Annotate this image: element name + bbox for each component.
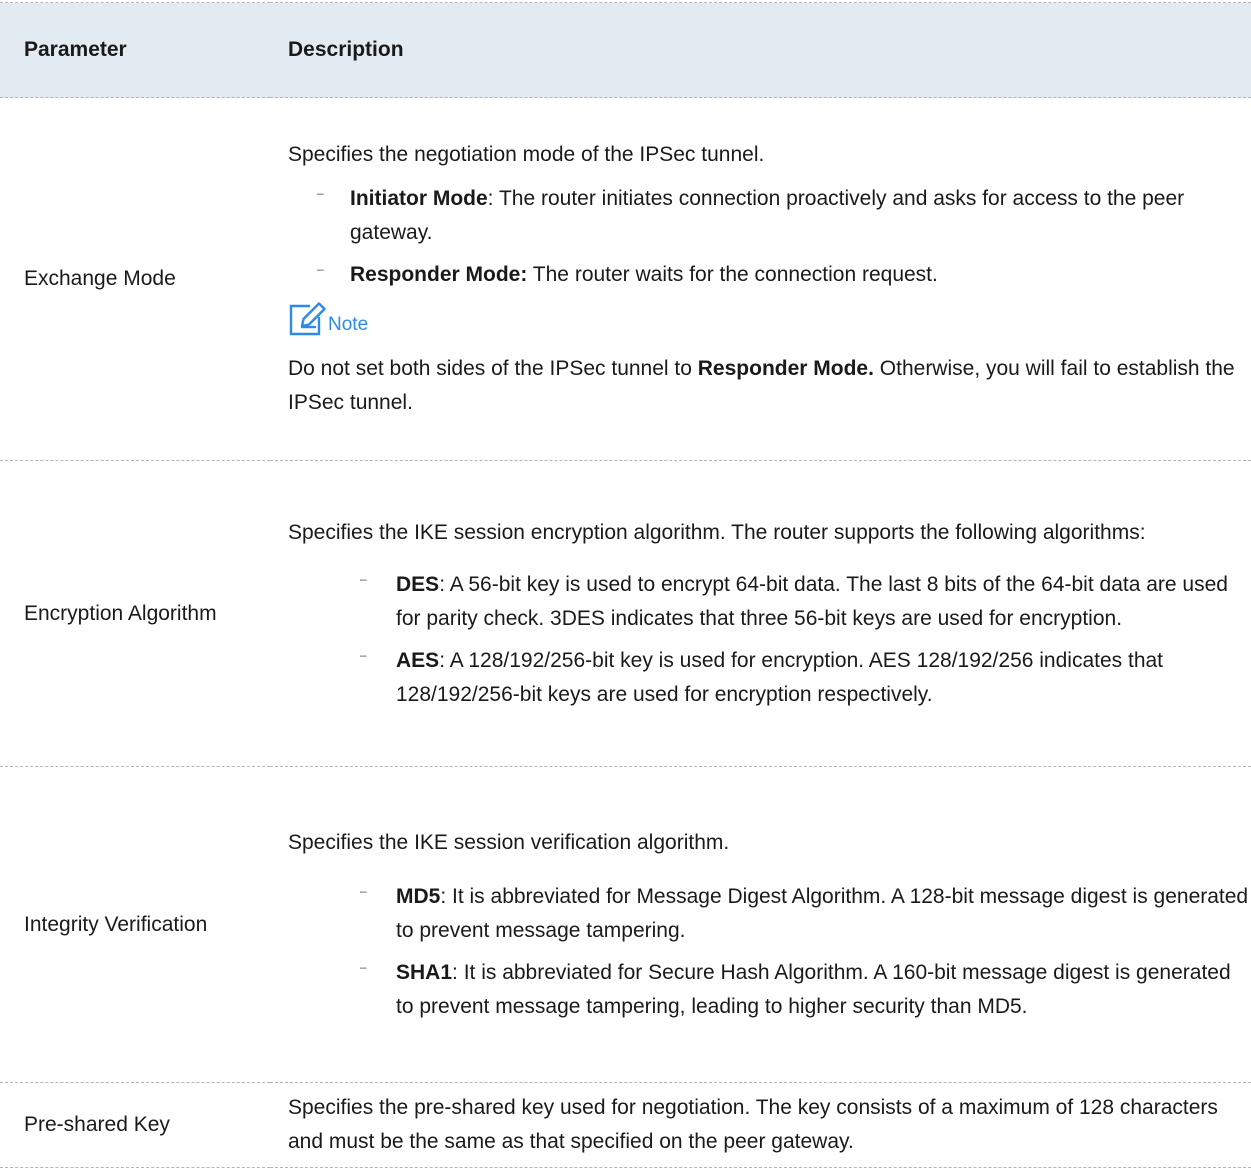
bullet-text: : A 128/192/256-bit key is used for encr…	[396, 648, 1164, 706]
desc-pre-shared-key: Specifies the pre-shared key used for ne…	[270, 1082, 1251, 1168]
desc-integrity-verification: Specifies the IKE session verification a…	[270, 766, 1251, 1083]
list-item: – SHA1: It is abbreviated for Secure Hash…	[288, 956, 1251, 1024]
bullet-term: SHA1	[396, 960, 453, 984]
dash-bullet: –	[360, 959, 367, 974]
dash-bullet: –	[360, 571, 367, 586]
table-row: Pre-shared Key Specifies the pre-shared …	[0, 1082, 1251, 1168]
table-row: Encryption Algorithm Specifies the IKE s…	[0, 460, 1251, 767]
note-text-bold: Responder Mode.	[697, 357, 874, 380]
list-item: – MD5: It is abbreviated for Message Dige…	[288, 880, 1251, 948]
param-encryption-algorithm: Encryption Algorithm	[0, 460, 270, 767]
dash-bullet: –	[360, 647, 367, 662]
desc-intro: Specifies the IKE session verification a…	[288, 830, 730, 854]
header-description: Description	[270, 2, 1251, 98]
note-label: Note	[328, 314, 369, 335]
param-exchange-mode: Exchange Mode	[0, 97, 270, 461]
note-heading: Note	[288, 300, 1251, 336]
table-row: Integrity Verification Specifies the IKE…	[0, 766, 1251, 1083]
desc-encryption-algorithm: Specifies the IKE session encryption alg…	[270, 460, 1251, 767]
bullet-text: : It is abbreviated for Message Digest A…	[396, 884, 1249, 942]
bullet-term: MD5	[396, 884, 441, 908]
bullet-term: Initiator Mode	[350, 187, 488, 210]
list-item: – Initiator Mode: The router initiates co…	[288, 182, 1251, 250]
table-row: Exchange Mode Specifies the negotiation …	[0, 97, 1251, 461]
bullet-text: : It is abbreviated for Secure Hash Algo…	[396, 960, 1231, 1018]
bullet-text: The router waits for the connection requ…	[527, 263, 938, 286]
desc-intro: Specifies the IKE session encryption alg…	[288, 520, 1146, 544]
param-pre-shared-key: Pre-shared Key	[0, 1082, 270, 1168]
bullet-text: : A 56-bit key is used to encrypt 64-bit…	[396, 572, 1228, 630]
desc-intro: Specifies the pre-shared key used for ne…	[288, 1096, 1218, 1153]
dash-bullet: –	[317, 186, 324, 200]
list-item: – Responder Mode: The router waits for th…	[288, 258, 1251, 292]
desc-exchange-mode: Specifies the negotiation mode of the IP…	[270, 97, 1251, 461]
bullet-term: AES	[396, 648, 440, 672]
list-item: – DES: A 56-bit key is used to encrypt 64…	[288, 568, 1251, 636]
param-integrity-verification: Integrity Verification	[0, 766, 270, 1083]
note-pen-icon	[288, 300, 326, 336]
parameter-table: Parameter Description Exchange Mode Spec…	[0, 2, 1251, 1168]
table-header-row: Parameter Description	[0, 2, 1251, 98]
bullet-term: DES	[396, 572, 440, 596]
note-text: Do not set both sides of the IPSec tunne…	[288, 352, 1251, 420]
dash-bullet: –	[317, 262, 324, 276]
list-item: – AES: A 128/192/256-bit key is used for …	[288, 644, 1251, 712]
desc-intro: Specifies the negotiation mode of the IP…	[288, 143, 765, 166]
bullet-term: Responder Mode:	[350, 263, 528, 286]
dash-bullet: –	[360, 883, 367, 898]
header-parameter: Parameter	[0, 2, 270, 98]
note-text-before: Do not set both sides of the IPSec tunne…	[288, 357, 698, 380]
